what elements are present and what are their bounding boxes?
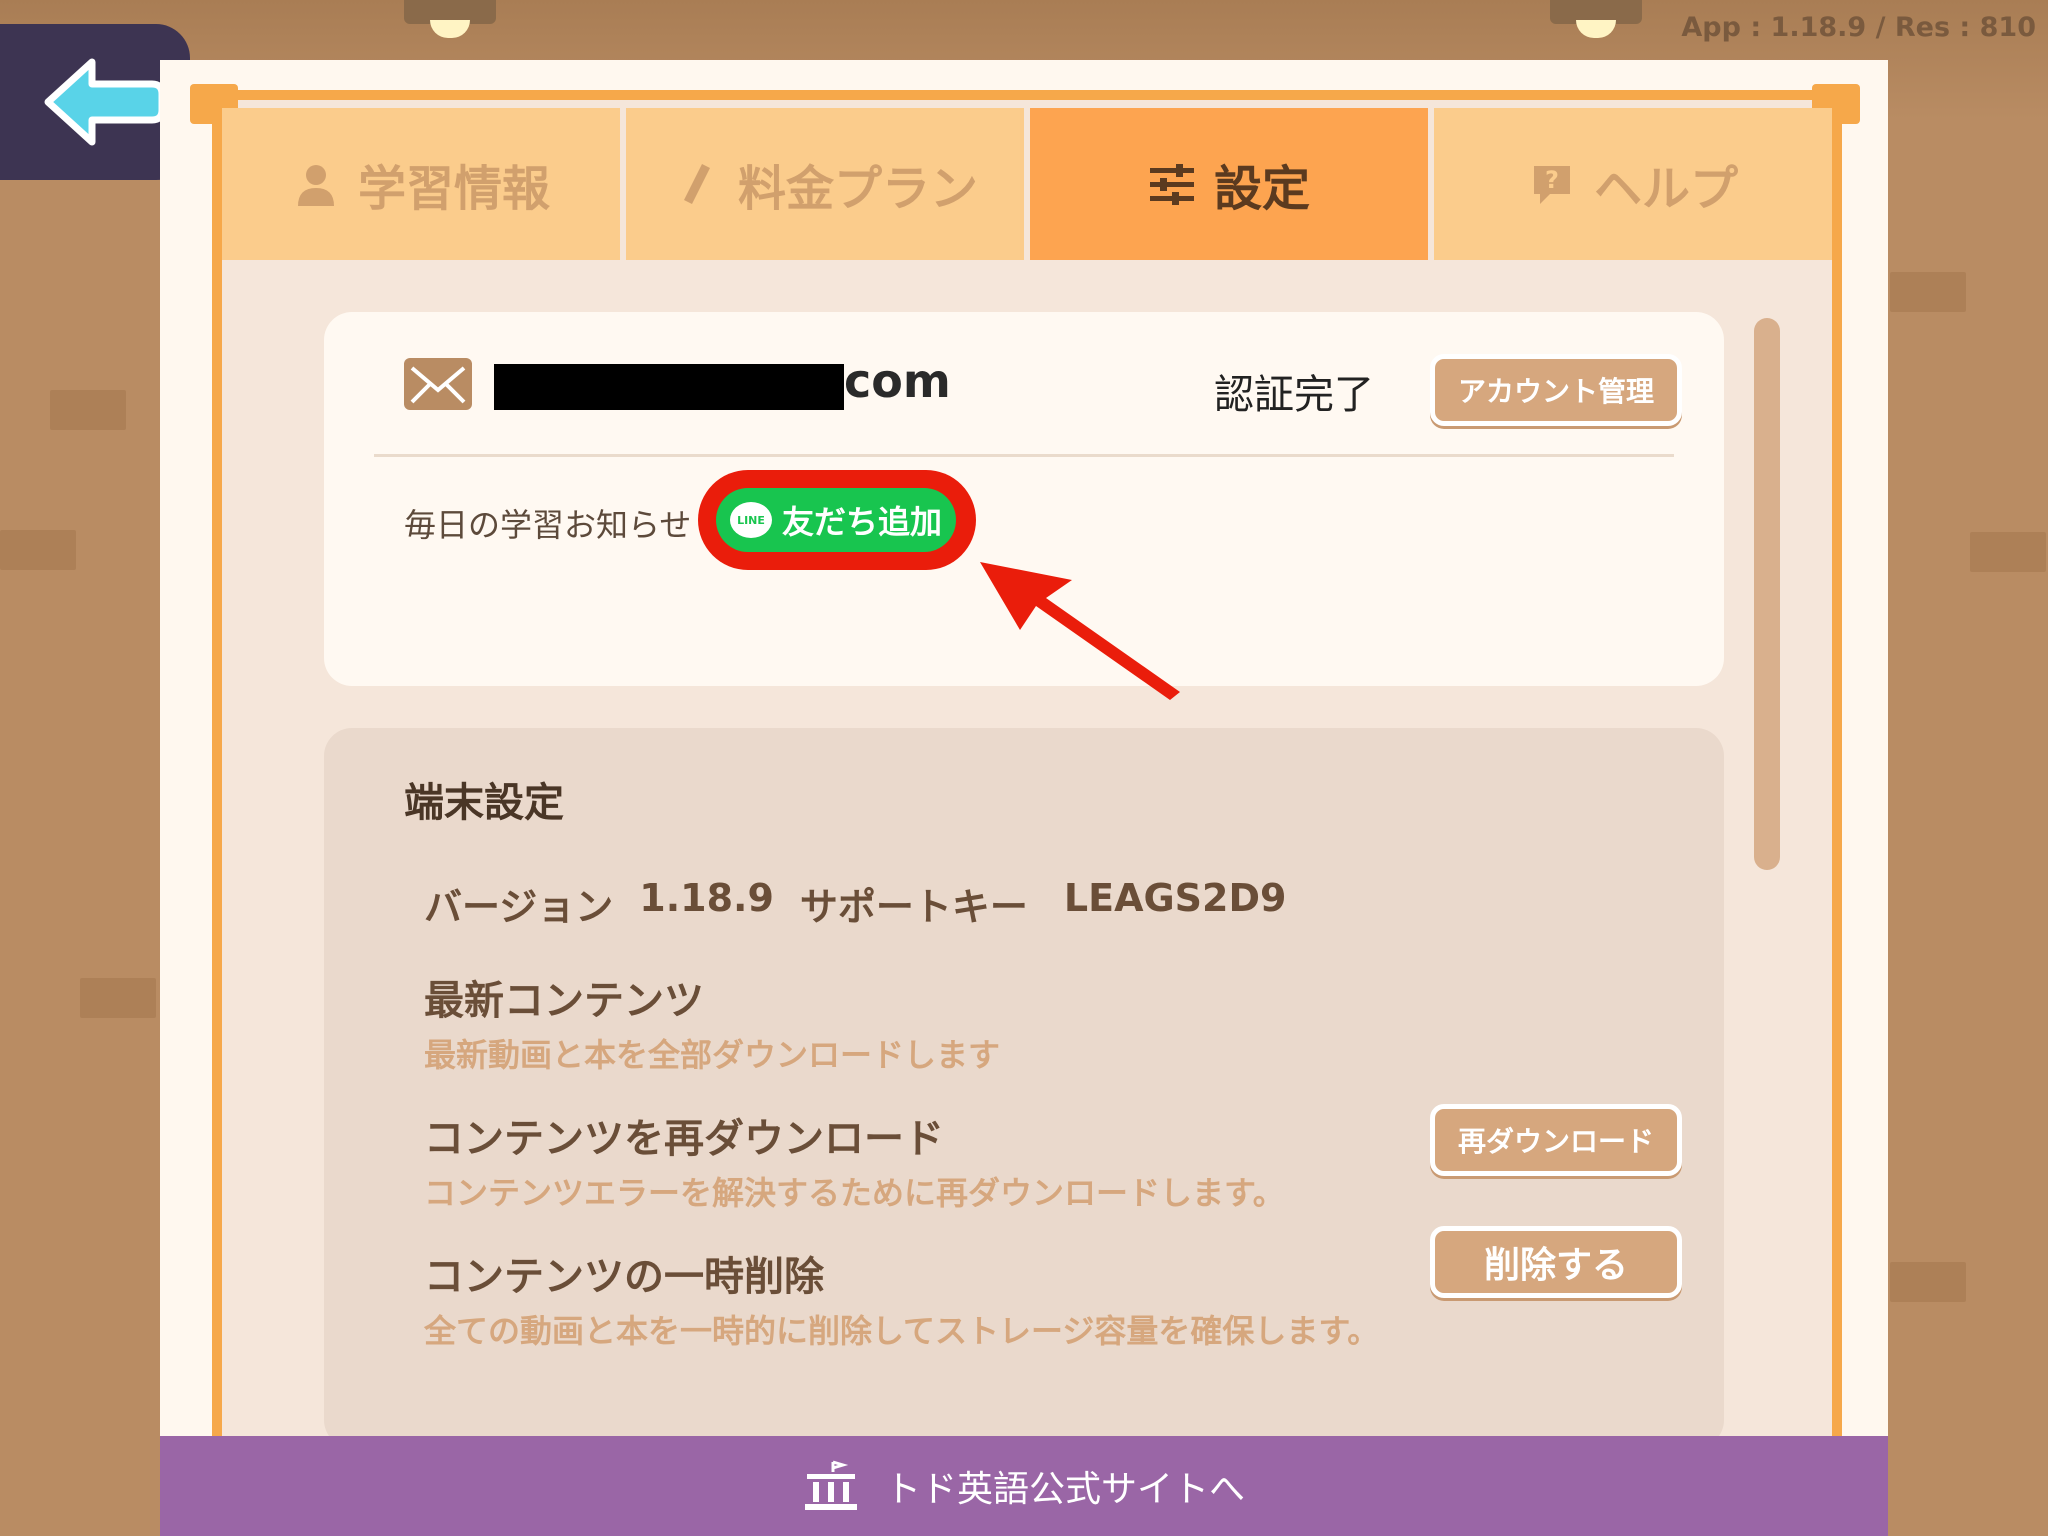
latest-content-title: 最新コンテンツ: [424, 978, 704, 1024]
wall-brick: [1970, 532, 2046, 572]
account-manage-button[interactable]: アカウント管理: [1430, 354, 1682, 426]
email-suffix: com: [844, 354, 951, 408]
line-add-friend-button[interactable]: LINE 友だち追加: [716, 488, 956, 552]
version-row: バージョン 1.18.9 サポートキー LEAGS2D9: [424, 876, 1286, 931]
footer-label: トド英語公式サイトへ: [884, 1469, 1245, 1510]
tab-settings[interactable]: 設定: [1030, 108, 1428, 260]
delete-content-title: コンテンツの一時削除: [424, 1254, 824, 1300]
tab-help[interactable]: ? ヘルプ: [1434, 108, 1832, 260]
delete-button[interactable]: 削除する: [1430, 1226, 1682, 1298]
tab-label: ヘルプ: [1593, 161, 1738, 217]
tab-learning-info[interactable]: 学習情報: [222, 108, 620, 260]
tab-label: 料金プラン: [737, 161, 978, 217]
version-value: 1.18.9: [639, 876, 774, 920]
red-arrow-icon: [980, 562, 1180, 700]
tab-bar: 学習情報 料金プラン 設定 ? ヘルプ: [222, 108, 1832, 260]
tab-label: 設定: [1213, 161, 1310, 217]
building-flag-icon: [804, 1460, 857, 1510]
wall-brick: [80, 978, 156, 1018]
wall-brick: [1890, 1262, 1966, 1302]
verified-label: 認証完了: [1214, 372, 1374, 418]
wall-brick: [50, 390, 126, 430]
email-redaction: [494, 364, 844, 410]
device-settings-card: 端末設定 バージョン 1.18.9 サポートキー LEAGS2D9 最新コンテン…: [324, 728, 1724, 1448]
wall-brick: [1890, 272, 1966, 312]
support-key-label: サポートキー: [799, 885, 1028, 929]
support-key-value: LEAGS2D9: [1063, 876, 1287, 920]
ceiling-lamp: [404, 0, 496, 38]
daily-notice-label: 毎日の学習お知らせ: [404, 506, 692, 544]
device-settings-title: 端末設定: [404, 780, 564, 826]
question-icon: ?: [1533, 166, 1570, 204]
tab-pricing-plan[interactable]: 料金プラン: [626, 108, 1024, 260]
redownload-button[interactable]: 再ダウンロード: [1430, 1104, 1682, 1176]
official-site-link[interactable]: トド英語公式サイトへ: [160, 1436, 1888, 1536]
svg-text:?: ?: [1545, 166, 1559, 194]
divider: [374, 454, 1674, 457]
back-arrow-icon: [44, 58, 166, 146]
line-button-label: 友だち追加: [781, 503, 942, 541]
latest-content-subtitle: 最新動画と本を全部ダウンロードします: [424, 1036, 1001, 1074]
redownload-title: コンテンツを再ダウンロード: [424, 1116, 944, 1162]
redownload-subtitle: コンテンツエラーを解決するために再ダウンロードします。: [424, 1174, 1285, 1212]
ceiling-lamp: [1550, 0, 1642, 38]
person-icon: [297, 165, 334, 206]
version-label: バージョン: [424, 885, 614, 929]
delete-content-subtitle: 全ての動画と本を一時的に削除してストレージ容量を確保します。: [424, 1312, 1380, 1350]
mail-icon: [404, 358, 472, 410]
wall-brick: [0, 530, 76, 570]
line-logo-icon: LINE: [729, 502, 772, 538]
scrollbar[interactable]: [1754, 318, 1780, 870]
pencil-icon: [683, 164, 710, 204]
sliders-icon: [1149, 164, 1194, 205]
tab-label: 学習情報: [357, 161, 550, 217]
app-version-text: App : 1.18.9 / Res : 810: [1681, 12, 2036, 43]
